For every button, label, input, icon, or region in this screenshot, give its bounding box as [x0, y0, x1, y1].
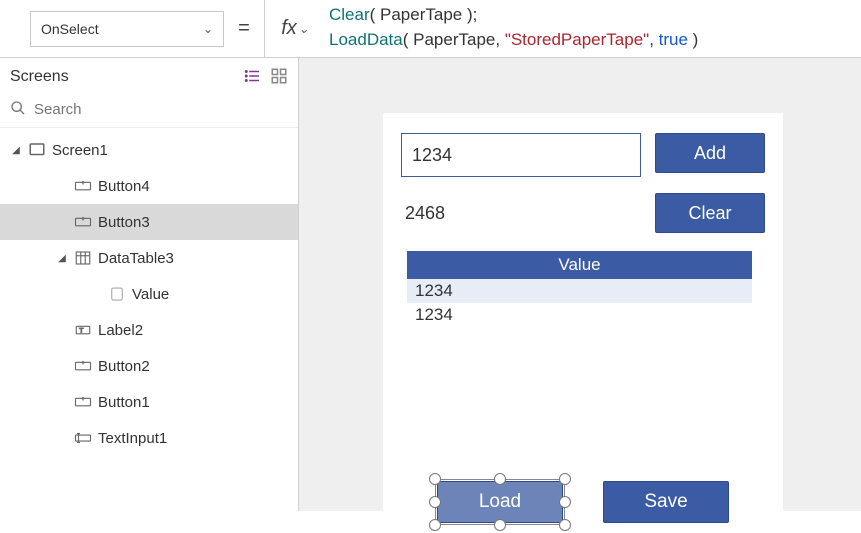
tree-item-textinput1[interactable]: TextInput1 [0, 420, 298, 456]
search-input[interactable] [34, 101, 288, 118]
button-icon [74, 213, 92, 231]
button-icon [74, 393, 92, 411]
tree-item-label: Label2 [98, 322, 143, 339]
tree-item-label: Button3 [98, 214, 150, 231]
formula-input[interactable]: Clear( PaperTape ); LoadData( PaperTape,… [325, 0, 861, 59]
clear-button[interactable]: Clear [655, 193, 765, 233]
label-icon: T [74, 321, 92, 339]
tree-item-label2[interactable]: T Label2 [0, 312, 298, 348]
sum-label: 2468 [401, 203, 641, 224]
save-button[interactable]: Save [603, 481, 729, 523]
grid-view-icon[interactable] [270, 67, 288, 88]
datatable-header: Value [407, 251, 752, 279]
tree-item-screen1[interactable]: ◢ Screen1 [0, 132, 298, 168]
data-table[interactable]: Value 12341234 [407, 251, 752, 327]
screens-title: Screens [10, 68, 69, 86]
column-icon [108, 285, 126, 303]
tree-item-button1[interactable]: Button1 [0, 384, 298, 420]
chevron-down-icon: ⌄ [299, 22, 309, 36]
canvas-area[interactable]: 1234 Add 2468 Clear Value 12341234 [299, 58, 861, 511]
property-dropdown[interactable]: OnSelect ⌄ [30, 11, 224, 47]
tree-item-button4[interactable]: Button4 [0, 168, 298, 204]
chevron-down-icon[interactable]: ◢ [10, 145, 22, 156]
list-view-icon[interactable] [244, 67, 262, 88]
tree-item-datatable3[interactable]: ◢ DataTable3 [0, 240, 298, 276]
app-screen: 1234 Add 2468 Clear Value 12341234 [383, 113, 783, 533]
screens-panel: Screens ◢ Screen1 Button4 Button3 ◢ DataTable… [0, 58, 299, 511]
equals-label: = [224, 17, 264, 40]
button-icon [74, 177, 92, 195]
tree-item-value[interactable]: Value [0, 276, 298, 312]
screen-icon [28, 141, 46, 159]
fx-icon[interactable]: fx ⌄ [265, 17, 325, 40]
tree-item-label: DataTable3 [98, 250, 174, 267]
formula-bar: OnSelect ⌄ = fx ⌄ Clear( PaperTape ); Lo… [0, 0, 861, 58]
tree-item-button3[interactable]: Button3 [0, 204, 298, 240]
button-icon [74, 357, 92, 375]
datatable-icon [74, 249, 92, 267]
tree-item-label: TextInput1 [98, 430, 167, 447]
chevron-down-icon[interactable]: ◢ [56, 253, 68, 264]
tree-item-label: Value [132, 286, 169, 303]
tree-item-label: Screen1 [52, 142, 108, 159]
tree-item-label: Button1 [98, 394, 150, 411]
load-button[interactable]: Load [437, 481, 563, 523]
formula-input-container: fx ⌄ Clear( PaperTape ); LoadData( Paper… [264, 0, 861, 58]
table-row[interactable]: 1234 [407, 303, 752, 327]
number-input[interactable]: 1234 [401, 133, 641, 177]
add-button[interactable]: Add [655, 133, 765, 173]
selected-control[interactable]: Load [437, 481, 563, 523]
tree-view: ◢ Screen1 Button4 Button3 ◢ DataTable3 Value T L… [0, 128, 298, 511]
tree-item-button2[interactable]: Button2 [0, 348, 298, 384]
tree-item-label: Button4 [98, 178, 150, 195]
search-icon [10, 100, 26, 119]
svg-text:T: T [79, 327, 83, 334]
property-dropdown-label: OnSelect [41, 21, 99, 37]
chevron-down-icon: ⌄ [203, 22, 213, 36]
textinput-icon [74, 429, 92, 447]
tree-item-label: Button2 [98, 358, 150, 375]
table-row[interactable]: 1234 [407, 279, 752, 303]
